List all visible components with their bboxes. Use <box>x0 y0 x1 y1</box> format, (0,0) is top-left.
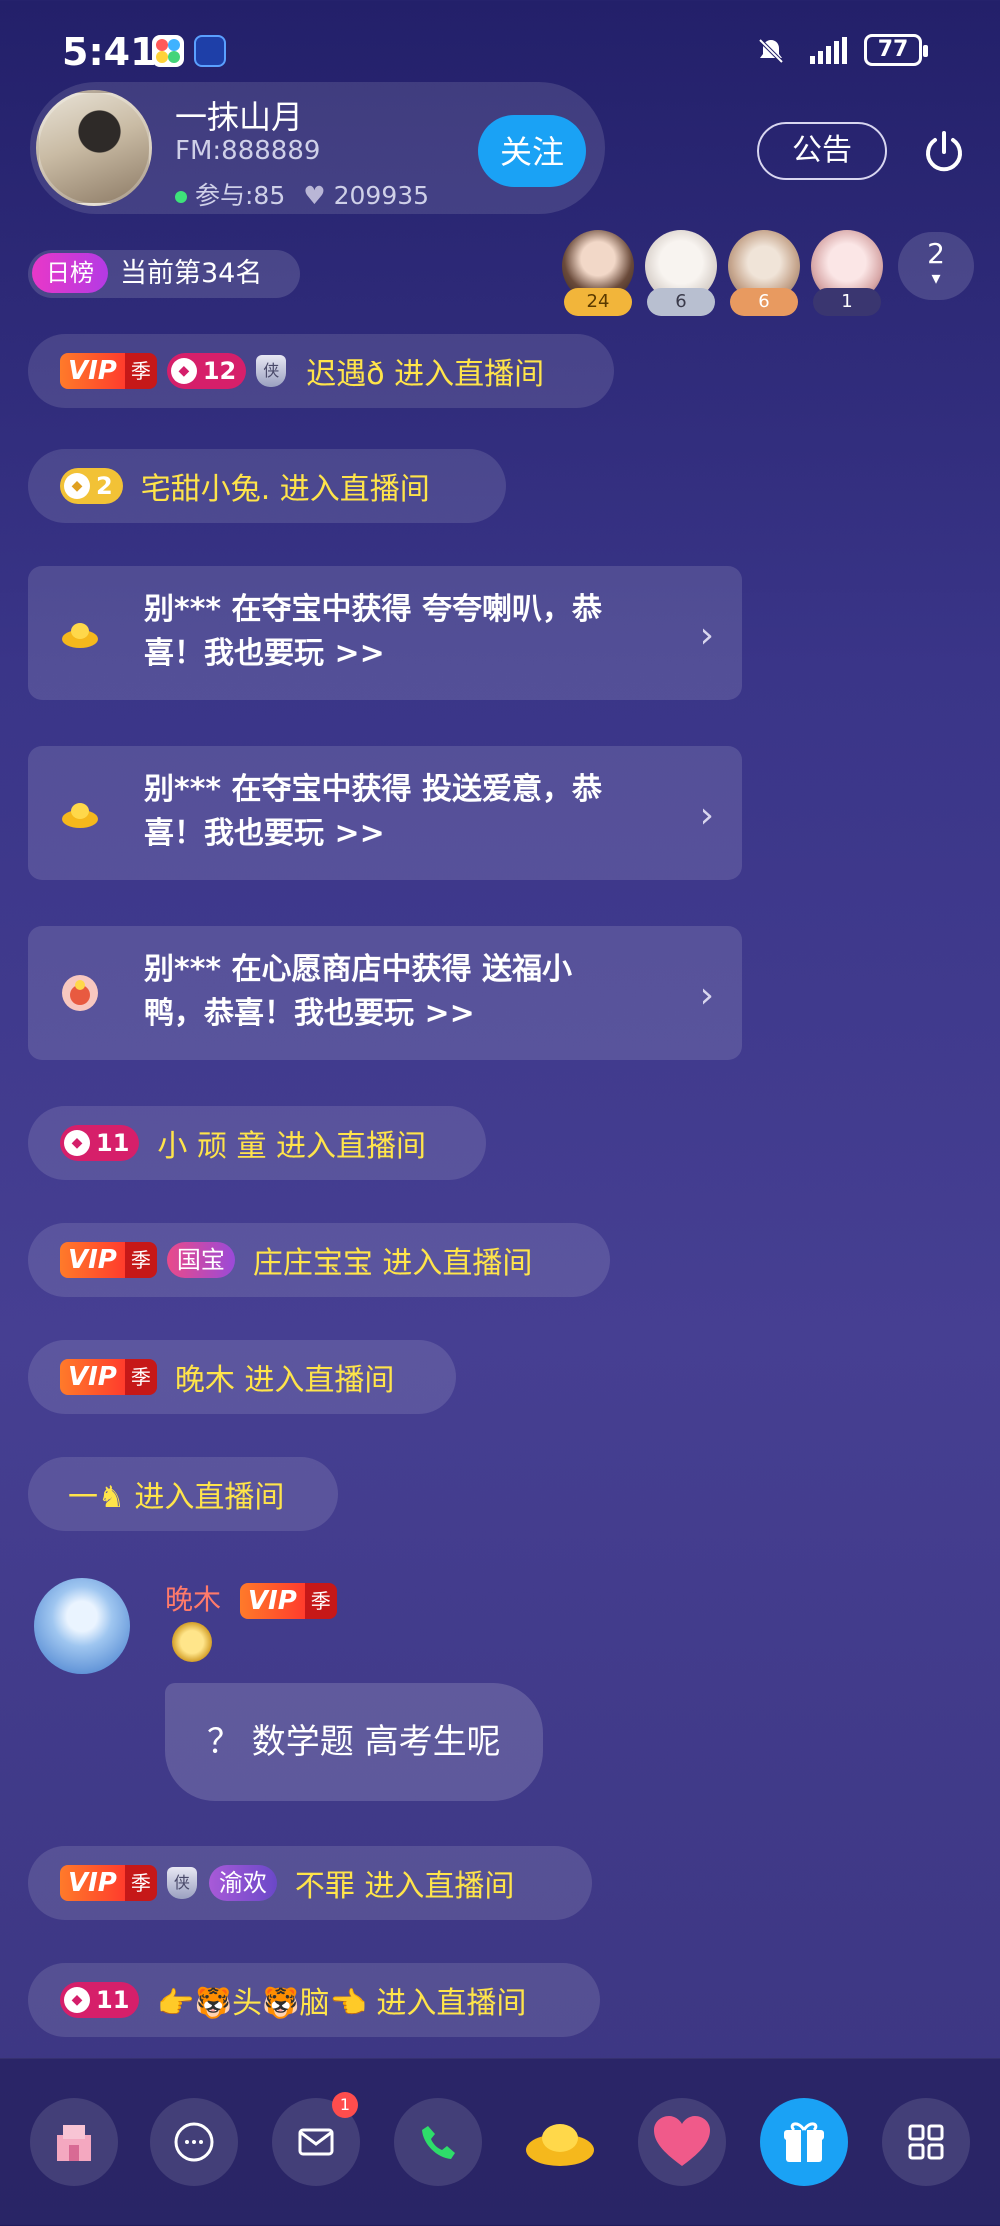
treasure-button[interactable] <box>516 2098 604 2186</box>
rank-tag: 日榜 <box>32 253 108 293</box>
chevron-down-icon: ▾ <box>931 268 941 289</box>
chat-button[interactable] <box>150 2098 238 2186</box>
guobao-badge: 国宝 <box>166 1242 235 1278</box>
top-user-badge-4: 1 <box>813 288 881 316</box>
host-name: 一抹山月 <box>175 98 304 136</box>
treasure-card[interactable]: 别*** 在夺宝中获得 投送爱意，恭喜！我也要玩 >> › <box>28 746 742 880</box>
level-badge: ◆ 2 <box>60 468 123 504</box>
status-time: 5:41 <box>62 30 157 74</box>
call-button[interactable] <box>394 2098 482 2186</box>
host-avatar[interactable] <box>36 90 152 206</box>
vip-badge: VIP 季 <box>239 1583 337 1619</box>
daily-rank[interactable]: 日榜 当前第34名 <box>28 250 300 298</box>
grid-icon <box>908 2124 944 2160</box>
yuhuan-badge: 渝欢 <box>208 1865 277 1901</box>
battery-indicator: 77 <box>864 34 928 66</box>
entry-text: 迟遇ð 进入直播间 <box>306 357 545 392</box>
participants-count: 参与:85 <box>195 181 286 210</box>
gift-button[interactable] <box>760 2098 848 2186</box>
gift-icon <box>784 2122 824 2162</box>
room-gift-box-button[interactable] <box>30 2098 118 2186</box>
entry-text: 不罪 进入直播间 <box>294 1869 515 1904</box>
wish-heart-button[interactable] <box>638 2098 726 2186</box>
mail-icon <box>298 2128 334 2156</box>
signal-icon <box>810 37 847 64</box>
chat-entry[interactable]: VIP 季 国宝 庄庄宝宝 进入直播间 <box>28 1223 610 1297</box>
host-stats: 参与:85 ♥ 209935 <box>175 176 429 212</box>
treasure-card[interactable]: 别*** 在夺宝中获得 夸夸喇叭，恭喜！我也要玩 >> › <box>28 566 742 700</box>
level-badge: ◆ 11 <box>60 1982 140 2018</box>
chat-entry[interactable]: VIP 季 晚木 进入直播间 <box>28 1340 456 1414</box>
heart-icon: ♥ <box>303 181 334 210</box>
more-menu-button[interactable] <box>882 2098 970 2186</box>
entry-text: 宅甜小兔. 进入直播间 <box>140 472 430 507</box>
chat-user-name: 晚木 <box>165 1583 222 1616</box>
entry-text: 小 顽 童 进入直播间 <box>157 1129 427 1164</box>
gold-ingot-icon <box>526 2124 594 2166</box>
chat-user-row: 晚木 VIP 季 <box>165 1578 347 1619</box>
online-dot-icon <box>175 191 187 203</box>
phone-icon <box>422 2126 455 2159</box>
app-notification-icon <box>152 35 184 67</box>
top-user-badge-1: 24 <box>564 288 632 316</box>
more-viewers-button[interactable]: 2 ▾ <box>898 232 974 300</box>
level-badge: ◆ 11 <box>60 1125 140 1161</box>
mail-unread-badge: 1 <box>332 2092 358 2118</box>
gold-ingot-icon <box>62 803 98 828</box>
chat-entry[interactable]: ◆ 2 宅甜小兔. 进入直播间 <box>28 449 506 523</box>
vip-badge: VIP 季 <box>60 1242 157 1278</box>
chevron-right-icon: › <box>699 795 714 836</box>
rank-text: 当前第34名 <box>120 258 263 289</box>
card-text: 别*** 在心愿商店中获得 送福小鸭，恭喜！我也要玩 >> <box>144 952 572 1031</box>
wish-shop-card[interactable]: 别*** 在心愿商店中获得 送福小鸭，恭喜！我也要玩 >> › <box>28 926 742 1060</box>
castle-icon <box>57 2125 91 2161</box>
vip-badge: VIP 季 <box>60 1359 157 1395</box>
card-text: 别*** 在夺宝中获得 投送爱意，恭喜！我也要玩 >> <box>144 772 602 851</box>
chat-entry[interactable]: ◆ 11 👉🐯头🐯脑👈 进入直播间 <box>28 1963 600 2037</box>
chat-bubble-icon <box>174 2122 214 2162</box>
card-text: 别*** 在夺宝中获得 夸夸喇叭，恭喜！我也要玩 >> <box>144 592 602 671</box>
chevron-right-icon: › <box>699 615 714 656</box>
chat-entry[interactable]: VIP 季 ◆ 12 侠 迟遇ð 进入直播间 <box>28 334 614 408</box>
entry-text: 晚木 进入直播间 <box>174 1363 395 1398</box>
follow-button[interactable]: 关注 <box>478 115 586 187</box>
top-user-badge-2: 6 <box>647 288 715 316</box>
entry-text: 庄庄宝宝 进入直播间 <box>252 1246 533 1281</box>
chat-user-avatar[interactable] <box>34 1578 130 1674</box>
host-fm-id: FM:888889 <box>175 136 321 166</box>
shield-badge-icon: 侠 <box>166 1867 197 1899</box>
more-viewers-count: 2 <box>927 237 945 270</box>
top-user-badge-3: 6 <box>730 288 798 316</box>
gold-ingot-icon <box>62 623 98 648</box>
entry-text: 一♞ 进入直播间 <box>68 1480 285 1515</box>
chat-bubble[interactable]: ？ 数学题 高考生呢 <box>165 1683 543 1801</box>
chat-entry[interactable]: ◆ 11 小 顽 童 进入直播间 <box>28 1106 486 1180</box>
duck-gift-icon <box>62 975 98 1011</box>
power-icon[interactable] <box>920 128 968 176</box>
chevron-right-icon: › <box>699 975 714 1016</box>
mute-bell-icon <box>758 38 784 64</box>
chat-entry[interactable]: 一♞ 进入直播间 <box>28 1457 338 1531</box>
chat-entry[interactable]: VIP 季 侠 渝欢 不罪 进入直播间 <box>28 1846 592 1920</box>
vip-badge: VIP 季 <box>60 1865 157 1901</box>
vip-badge: VIP 季 <box>60 353 157 389</box>
level-badge: ◆ 12 <box>166 353 247 389</box>
heart-icon <box>654 2116 710 2166</box>
notice-button[interactable]: 公告 <box>757 122 887 180</box>
likes-count: 209935 <box>333 181 430 210</box>
entry-text: 👉🐯头🐯脑👈 进入直播间 <box>157 1986 527 2021</box>
medal-icon <box>172 1622 212 1662</box>
app-notification-icon-2 <box>194 35 226 67</box>
shield-badge-icon: 侠 <box>256 355 287 387</box>
